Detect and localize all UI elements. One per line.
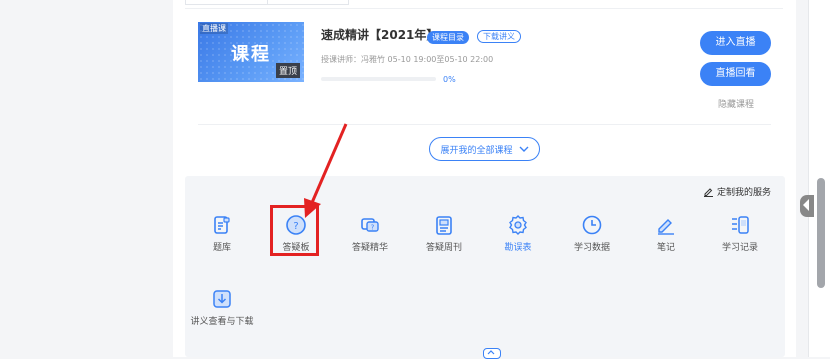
service-label: 答疑周刊 xyxy=(425,243,462,253)
scrollbar-thumb[interactable] xyxy=(817,178,825,288)
service-label: 学习记录 xyxy=(721,243,758,253)
service-label: 学习数据 xyxy=(573,243,610,253)
qa-weekly-icon xyxy=(436,216,452,235)
course-thumbnail[interactable]: 直播课 课程 置顶 xyxy=(198,22,304,82)
service-question-bank[interactable]: 题库 xyxy=(185,214,259,253)
service-handout-download[interactable]: 讲义查看与下载 xyxy=(185,288,259,327)
progress-bar xyxy=(321,77,436,81)
customize-services-link[interactable]: 定制我的服务 xyxy=(703,185,771,198)
course-panel: 直播课 课程 置顶 速成精讲【2021年】 课程目录 下载讲义 授课讲师：冯雅竹… xyxy=(173,0,796,359)
teacher-schedule: 授课讲师：冯雅竹 05-10 19:00至05-10 22:00 xyxy=(321,55,494,64)
expand-all-courses-button[interactable]: 展开我的全部课程 xyxy=(429,137,540,161)
top-tabs xyxy=(173,0,796,5)
thumbnail-text: 课程 xyxy=(231,44,271,65)
pin-badge[interactable]: 置顶 xyxy=(275,63,300,78)
progress-text: 0% xyxy=(443,75,456,84)
service-qa-highlight[interactable]: ? 答疑精华 xyxy=(333,214,407,253)
handout-download-icon xyxy=(213,290,231,308)
collapse-button[interactable] xyxy=(483,348,501,359)
customize-label: 定制我的服务 xyxy=(716,188,771,198)
qa-highlight-icon: ? xyxy=(361,218,379,232)
course-title[interactable]: 速成精讲【2021年】 xyxy=(321,26,438,43)
enter-live-button[interactable]: 进入直播 xyxy=(700,31,771,55)
service-label: 勘误表 xyxy=(504,243,532,253)
question-bank-icon xyxy=(214,216,230,234)
service-label: 题库 xyxy=(212,243,231,253)
live-tag: 直播课 xyxy=(200,23,228,34)
download-handout-button[interactable]: 下载讲义 xyxy=(477,30,521,43)
live-replay-button[interactable]: 直播回看 xyxy=(700,62,771,86)
chevron-left-icon xyxy=(803,199,809,211)
service-qa-weekly[interactable]: 答疑周刊 xyxy=(407,214,481,253)
services-panel: 定制我的服务 题库 ? 答疑板 ? 答疑精华 答疑周刊 勘误表 学习数据 笔记 … xyxy=(185,176,785,359)
chevron-up-icon xyxy=(487,350,495,355)
service-study-data[interactable]: 学习数据 xyxy=(555,214,629,253)
side-collapse-handle[interactable] xyxy=(800,195,814,217)
edit-icon xyxy=(703,188,713,197)
service-errata[interactable]: 勘误表 xyxy=(481,214,555,253)
service-notes[interactable]: 笔记 xyxy=(629,214,703,253)
hide-course-link[interactable]: 隐藏课程 xyxy=(718,97,754,110)
study-record-icon xyxy=(732,216,749,234)
service-label: 讲义查看与下载 xyxy=(190,317,254,327)
expand-label: 展开我的全部课程 xyxy=(440,145,513,156)
service-label: 笔记 xyxy=(656,243,675,253)
tab-left[interactable] xyxy=(185,0,269,5)
errata-icon xyxy=(509,215,527,235)
study-data-icon xyxy=(582,215,602,235)
svg-text:?: ? xyxy=(371,224,375,232)
service-study-record[interactable]: 学习记录 xyxy=(703,214,777,253)
divider xyxy=(198,124,771,125)
chevron-down-icon xyxy=(519,146,528,152)
annotation-highlight-box xyxy=(270,205,319,256)
service-label: 答疑精华 xyxy=(351,243,388,253)
divider xyxy=(185,8,783,9)
course-catalog-button[interactable]: 课程目录 xyxy=(427,31,469,44)
tab-right[interactable] xyxy=(267,0,349,5)
notes-icon xyxy=(658,219,674,235)
